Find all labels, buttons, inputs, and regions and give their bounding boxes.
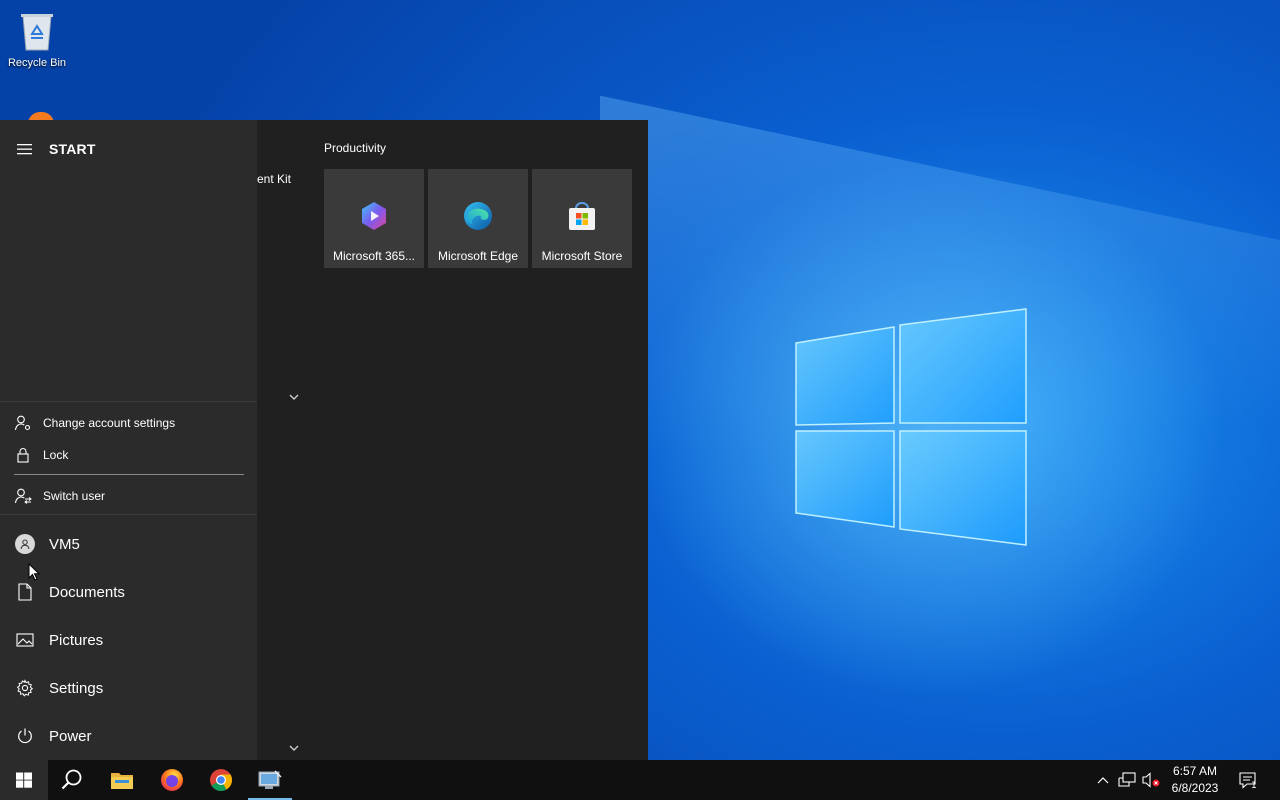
recycle-bin-label: Recycle Bin bbox=[7, 57, 67, 69]
clock-date: 6/8/2023 bbox=[1171, 781, 1219, 795]
user-gear-icon bbox=[14, 415, 31, 431]
windows-logo-wallpaper bbox=[795, 308, 1027, 546]
microsoft-365-icon bbox=[362, 202, 386, 230]
clock-time: 6:57 AM bbox=[1172, 764, 1218, 778]
chevron-down-icon[interactable] bbox=[287, 743, 301, 753]
volume-button[interactable] bbox=[1140, 760, 1162, 800]
firefox-icon bbox=[161, 769, 183, 791]
flyout-divider bbox=[14, 474, 244, 475]
search-button[interactable] bbox=[48, 760, 96, 800]
tile-label: Microsoft 365... bbox=[332, 249, 416, 263]
taskbar: 6:57 AM 6/8/2023 bbox=[0, 760, 1280, 800]
chevron-up-icon bbox=[1097, 777, 1109, 784]
network-icon bbox=[1118, 772, 1136, 787]
show-hidden-icons-button[interactable] bbox=[1094, 760, 1112, 800]
change-account-settings-label: Change account settings bbox=[43, 416, 176, 430]
pictures-button[interactable]: Pictures bbox=[0, 620, 257, 660]
power-icon bbox=[18, 728, 32, 744]
tile-group-title: Productivity bbox=[324, 141, 387, 155]
lock-icon bbox=[17, 448, 29, 463]
tile-label: Microsoft Edge bbox=[437, 249, 519, 263]
change-account-settings-item[interactable]: Change account settings bbox=[0, 409, 257, 437]
user-icon bbox=[20, 539, 30, 550]
mouse-cursor-icon bbox=[28, 563, 40, 581]
gear-icon bbox=[16, 679, 34, 697]
edge-icon bbox=[464, 202, 492, 230]
pictures-label: Pictures bbox=[49, 631, 104, 649]
notification-count-badge: 1 bbox=[1251, 781, 1257, 791]
power-button[interactable]: Power bbox=[0, 716, 257, 756]
pictures-icon bbox=[16, 633, 34, 647]
start-rail: START Change account settings Lock Switc… bbox=[0, 120, 257, 760]
settings-button[interactable]: Settings bbox=[0, 668, 257, 708]
start-menu: ent Kit START Change account settings Lo… bbox=[0, 120, 648, 760]
switch-user-label: Switch user bbox=[43, 489, 106, 503]
lock-label: Lock bbox=[43, 448, 69, 462]
power-label: Power bbox=[49, 727, 92, 745]
volume-muted-icon bbox=[1142, 772, 1160, 788]
recycle-bin[interactable]: Recycle Bin bbox=[4, 8, 70, 69]
remote-desktop-button[interactable] bbox=[246, 760, 294, 800]
tile-label: Microsoft Store bbox=[541, 249, 623, 263]
file-explorer-button[interactable] bbox=[98, 760, 146, 800]
lock-item[interactable]: Lock bbox=[0, 441, 257, 469]
switch-user-item[interactable]: Switch user bbox=[0, 482, 257, 510]
account-flyout: Change account settings Lock Switch user bbox=[0, 401, 257, 515]
user-name: VM5 bbox=[49, 535, 80, 553]
start-icon bbox=[16, 772, 32, 788]
tile-microsoft-365[interactable]: Microsoft 365... bbox=[324, 169, 424, 268]
chevron-down-icon[interactable] bbox=[287, 392, 301, 402]
action-center-button[interactable] bbox=[1234, 760, 1262, 800]
start-title: START bbox=[49, 141, 96, 157]
chrome-icon bbox=[210, 769, 232, 791]
network-button[interactable] bbox=[1116, 760, 1138, 800]
tile-microsoft-store[interactable]: Microsoft Store bbox=[532, 169, 632, 268]
document-icon bbox=[18, 583, 32, 601]
start-header: START bbox=[0, 134, 257, 164]
remote-desktop-icon bbox=[258, 770, 282, 789]
user-account-button[interactable]: VM5 bbox=[0, 524, 257, 564]
recycle-bin-icon bbox=[21, 14, 53, 51]
chrome-button[interactable] bbox=[197, 760, 245, 800]
settings-label: Settings bbox=[49, 679, 104, 697]
search-icon bbox=[61, 769, 82, 790]
avatar bbox=[15, 534, 35, 554]
tile-microsoft-edge[interactable]: Microsoft Edge bbox=[428, 169, 528, 268]
app-list-fragment[interactable]: ent Kit bbox=[257, 172, 291, 186]
store-icon bbox=[569, 202, 595, 230]
firefox-button[interactable] bbox=[148, 760, 196, 800]
file-explorer-icon bbox=[111, 773, 133, 789]
start-button[interactable] bbox=[0, 760, 48, 800]
hamburger-menu-icon[interactable] bbox=[16, 142, 34, 156]
system-clock[interactable]: 6:57 AM 6/8/2023 bbox=[1163, 763, 1227, 797]
switch-user-icon bbox=[14, 488, 32, 504]
documents-label: Documents bbox=[49, 583, 125, 601]
